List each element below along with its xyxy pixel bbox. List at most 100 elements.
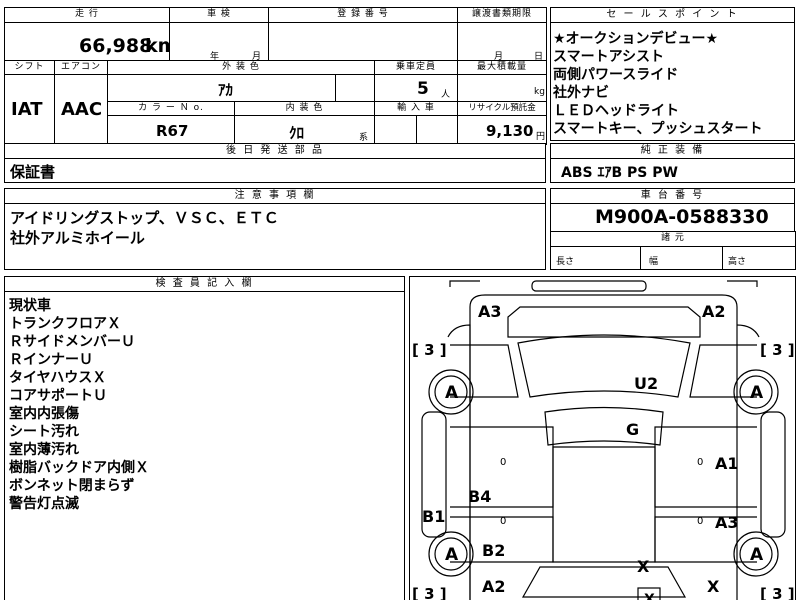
mark-b1: B1 [422,507,445,526]
color-no-cell: R67 [107,115,235,145]
load-label: 最大積載量 [457,60,547,75]
zero-marker-right-2: 0 [697,516,703,527]
inspector-list: 現状車 トランクフロアＸ ＲサイドメンバーＵ ＲインナーＵ タイヤハウスＸ コア… [9,297,149,513]
inspector-label: 検 査 員 記 入 欄 [5,277,404,292]
exterior-color-extra-cell [335,74,375,102]
equipment-label: 純 正 装 備 [551,144,794,159]
sales-point: ＬＥＤヘッドライト [553,103,679,119]
inspector-line: 室内内張傷 [9,406,79,422]
note-line: アイドリングストップ、ＶＳＣ、ＥＴＣ [10,209,279,227]
color-no-value: R67 [156,122,189,140]
notes-label: 注 意 事 項 欄 [5,189,545,204]
mileage-value: 66,988 [79,35,153,57]
load-cell: kg [457,74,547,102]
tread-bl: [ 3 ] [412,585,447,600]
equipment-value: ABS ｴｱB PS PW [561,165,678,181]
inspector-line: トランクフロアＸ [9,316,121,332]
parts-label: 後 日 発 送 部 品 [5,144,545,159]
mark-g: G [626,420,639,439]
interior-color-suffix: 系 [359,133,369,143]
mark-a3-top: A3 [478,302,502,321]
mark-a2-bottom: A2 [482,577,506,596]
height-cell: 高さ [722,246,796,270]
mark-x-1: X [637,557,650,576]
mark-b4: B4 [468,487,491,506]
mileage-cell: 66,988 km [4,22,170,65]
width-label: 幅 [649,257,659,267]
aircon-label: エアコン [54,60,108,75]
sales-points-panel: セ ー ル ス ポ イ ン ト ★オークションデビュー★ スマートアシスト 両側… [550,7,795,141]
capacity-unit: 人 [441,90,451,100]
sales-point: 両側パワースライド [553,67,679,83]
vehicle-info-panel: 走 行 車 検 登 録 番 号 譲渡書類期限 66,988 km 年 月 月 日… [4,7,547,145]
interior-color-label: 内 装 色 [234,101,375,116]
parts-panel: 後 日 発 送 部 品 保証書 [4,143,546,183]
corner-bracket-shape [449,280,758,287]
interior-color-cell: ｸﾛ 系 [234,115,375,145]
tread-tl: [ 3 ] [412,341,447,359]
registration-cell [268,22,458,65]
hood-shape [507,306,701,338]
roof-shape [544,406,664,446]
capacity-value: 5 [417,79,429,99]
transfer-deadline-label: 譲渡書類期限 [457,7,547,23]
mark-b2: B2 [482,541,505,560]
front-bumper-shape [531,280,647,292]
zero-marker-right-1: 0 [697,457,703,468]
zero-marker-left-2: 0 [500,516,506,527]
inspector-line: ＲサイドメンバーＵ [9,334,135,350]
capacity-label: 乗車定員 [374,60,458,75]
car-diagram-panel: A A A A [ 3 ] [ 3 ] [ 3 ] [ 3 ] A3 A2 U2… [409,276,796,600]
length-label: 長さ [556,257,575,267]
sales-point: 社外ナビ [553,85,609,101]
exterior-color-label: 外 装 色 [107,60,375,75]
tire-fr-grade: A [750,383,764,403]
chassis-number: M900A-0588330 [595,206,769,228]
parts-value: 保証書 [10,163,56,181]
exterior-color-value: ｱｶ [218,81,234,99]
notes-panel: 注 意 事 項 欄 アイドリングストップ、ＶＳＣ、ＥＴＣ 社外アルミホイール [4,188,546,270]
inspector-panel: 検 査 員 記 入 欄 現状車 トランクフロアＸ ＲサイドメンバーＵ Ｒインナー… [4,276,405,600]
rear-glass-shape [521,566,687,598]
shift-cell: IAT [4,74,55,145]
equipment-panel: 純 正 装 備 ABS ｴｱB PS PW [550,143,795,183]
load-unit: kg [534,87,545,97]
exterior-color-cell: ｱｶ [107,74,336,102]
shift-label: シフト [4,60,55,75]
height-label: 高さ [728,257,747,267]
sales-points-label: セ ー ル ス ポ イ ン ト [551,8,794,23]
inspector-line: 現状車 [9,298,51,314]
note-line: 社外アルミホイール [10,229,145,247]
recycle-cell: 9,130 円 [457,115,547,145]
registration-label: 登 録 番 号 [268,7,458,23]
tread-tr: [ 3 ] [760,341,795,359]
travel-label: 走 行 [4,7,170,23]
capacity-cell: 5 人 [374,74,458,102]
color-no-label: カ ラ ー Ｎ o. [107,101,235,116]
notes-list: アイドリングストップ、ＶＳＣ、ＥＴＣ 社外アルミホイール [10,208,279,248]
inspection-cell: 年 月 [169,22,269,65]
import-cell-1 [374,115,417,145]
chassis-label: 車 台 番 号 [551,189,794,204]
interior-color-value: ｸﾛ [289,124,305,142]
inspection-label: 車 検 [169,7,269,23]
recycle-unit: 円 [536,132,546,142]
sales-point: スマートアシスト [553,49,665,65]
recycle-value: 9,130 [486,122,534,140]
recycle-label: リサイクル預託金 [457,101,547,116]
mark-x-3: X [644,592,655,600]
center-body-shape [552,446,656,563]
zero-marker-left-1: 0 [500,457,506,468]
inspector-line: ＲインナーＵ [9,352,93,368]
car-diagram: A A A A [ 3 ] [ 3 ] [ 3 ] [ 3 ] A3 A2 U2… [412,280,795,600]
mileage-unit: km [145,35,169,57]
right-front-door-shape [689,344,757,398]
right-fender-shape [736,324,760,338]
dims-label: 諸 元 [550,231,796,247]
inspector-line: 室内薄汚れ [9,442,79,458]
sales-point: ★オークションデビュー★ [553,31,719,47]
inspector-line: コアサポートＵ [9,388,107,404]
right-rear-door-shape [654,426,757,508]
mark-u2: U2 [634,374,658,393]
inspector-line: タイヤハウスＸ [9,370,107,386]
